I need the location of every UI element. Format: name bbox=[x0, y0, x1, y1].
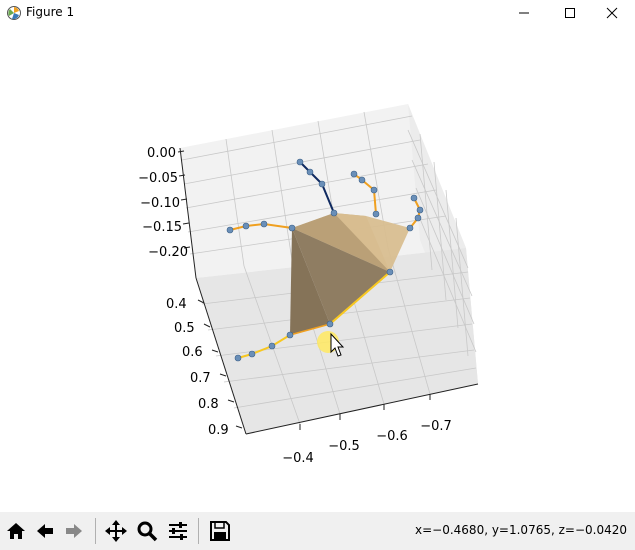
home-icon bbox=[7, 523, 25, 539]
home-button[interactable] bbox=[2, 516, 30, 546]
z-tick-label: −0.15 bbox=[142, 220, 182, 235]
maximize-button[interactable] bbox=[547, 0, 593, 26]
x-tick-label: −0.4 bbox=[282, 451, 314, 466]
toolbar-separator bbox=[198, 518, 199, 544]
zoom-icon bbox=[137, 521, 158, 542]
x-tick-label: −0.5 bbox=[328, 439, 360, 454]
maximize-icon bbox=[565, 8, 575, 18]
configure-button[interactable] bbox=[164, 516, 192, 546]
z-tick-label: 0.00 bbox=[147, 146, 176, 161]
y-tick-label: 0.5 bbox=[174, 321, 195, 336]
z-tick-label: −0.10 bbox=[140, 196, 180, 211]
toolbar-separator bbox=[95, 518, 96, 544]
configure-icon bbox=[169, 522, 187, 540]
y-tick-label: 0.4 bbox=[166, 297, 187, 312]
back-icon bbox=[37, 524, 53, 538]
pan-icon bbox=[105, 520, 127, 542]
cursor-coordinates: x=−0.4680, y=1.0765, z=−0.0420 bbox=[415, 523, 627, 537]
plot-canvas[interactable]: 0.00 −0.05 −0.10 −0.15 −0.20 0.4 0.5 0.6… bbox=[0, 26, 635, 508]
z-tick-label: −0.05 bbox=[138, 171, 178, 186]
minimize-button[interactable] bbox=[501, 0, 547, 26]
window-title: Figure 1 bbox=[26, 5, 75, 19]
y-tick-label: 0.8 bbox=[198, 397, 219, 412]
matplotlib-icon bbox=[7, 6, 21, 20]
save-icon bbox=[210, 521, 230, 541]
y-tick-label: 0.7 bbox=[190, 371, 211, 386]
minimize-icon bbox=[519, 12, 529, 14]
back-button[interactable] bbox=[31, 516, 59, 546]
navigation-toolbar: x=−0.4680, y=1.0765, z=−0.0420 bbox=[0, 512, 635, 550]
y-tick-label: 0.9 bbox=[208, 423, 229, 438]
x-tick-labels: −0.4 −0.5 −0.6 −0.7 bbox=[282, 419, 452, 466]
x-tick-label: −0.7 bbox=[420, 419, 452, 434]
save-button[interactable] bbox=[206, 516, 234, 546]
close-button[interactable] bbox=[589, 0, 635, 26]
close-icon bbox=[606, 7, 618, 19]
forward-button[interactable] bbox=[60, 516, 88, 546]
z-tick-label: −0.20 bbox=[148, 245, 188, 260]
y-tick-label: 0.6 bbox=[182, 345, 203, 360]
zoom-button[interactable] bbox=[133, 516, 161, 546]
pan-button[interactable] bbox=[102, 516, 130, 546]
z-tick-labels: 0.00 −0.05 −0.10 −0.15 −0.20 bbox=[138, 146, 188, 260]
x-tick-label: −0.6 bbox=[376, 429, 408, 444]
title-bar: Figure 1 bbox=[0, 0, 635, 26]
forward-icon bbox=[66, 524, 82, 538]
